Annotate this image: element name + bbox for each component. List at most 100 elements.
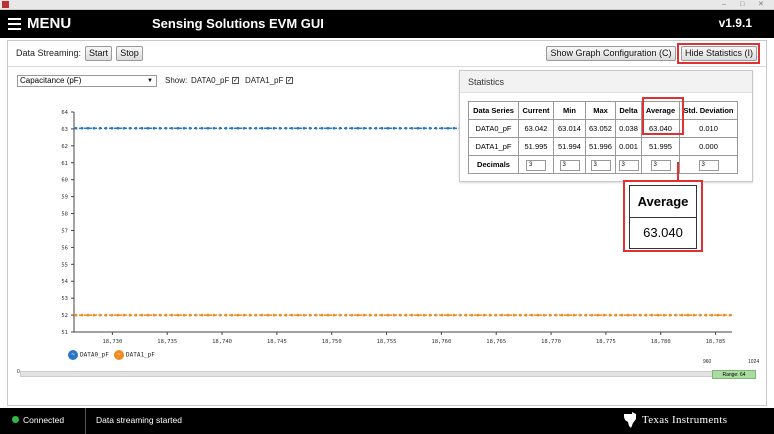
maximize-icon[interactable]: □ — [740, 0, 744, 9]
statistics-panel: Statistics Data Series Current Min Max D… — [459, 70, 753, 182]
y-tick-label: 63 — [61, 127, 68, 133]
measurement-select[interactable]: Capacitance (pF) ▼ — [17, 75, 157, 87]
data-point — [404, 126, 408, 130]
data-point — [548, 313, 552, 317]
x-tick-label: 18,780 — [651, 339, 671, 345]
data-point — [92, 126, 96, 130]
data-point — [590, 313, 594, 317]
data-point — [212, 313, 216, 317]
decimals-input[interactable]: 3 — [698, 159, 719, 171]
highlight-hide-statistics — [677, 43, 760, 64]
show-graph-configuration-button[interactable]: Show Graph Configuration (C) — [546, 46, 676, 61]
data-point — [194, 313, 198, 317]
start-button[interactable]: Start — [85, 46, 112, 61]
decimals-input[interactable]: 3 — [559, 159, 580, 171]
y-tick-label: 59 — [61, 195, 68, 201]
decimals-input[interactable]: 3 — [590, 159, 611, 171]
data-point — [620, 313, 624, 317]
data-point — [266, 313, 270, 317]
data-point — [284, 126, 288, 130]
menu-button[interactable]: MENU — [27, 15, 71, 32]
table-cell: 0.000 — [679, 137, 738, 156]
table-row: DATA1_pF 51.995 51.994 51.996 0.001 51.9… — [468, 137, 738, 156]
highlight-average-column — [642, 97, 684, 135]
status-divider — [85, 408, 86, 434]
zoom-callout-header: Average — [630, 186, 696, 218]
x-tick-label: 18,750 — [322, 339, 342, 345]
data-point — [374, 313, 378, 317]
y-tick-label: 55 — [61, 262, 68, 268]
y-tick-label: 64 — [61, 110, 68, 116]
data-point — [392, 313, 396, 317]
data-point — [320, 126, 324, 130]
data-point — [362, 313, 366, 317]
statistics-header-row: Data Series Current Min Max Delta Averag… — [468, 101, 738, 120]
zoom-callout-inner: Average 63.040 — [629, 185, 697, 249]
data-point — [314, 126, 318, 130]
data-point — [152, 126, 156, 130]
data-point — [716, 313, 720, 317]
range-slider-window[interactable]: Range: 64 — [712, 370, 756, 379]
data-point — [230, 313, 234, 317]
data-point — [662, 313, 666, 317]
version-label: v1.9.1 — [718, 16, 752, 30]
x-tick-label: 18,785 — [706, 339, 726, 345]
x-tick-label: 18,740 — [212, 339, 232, 345]
data-point — [728, 313, 732, 317]
data-point — [452, 126, 456, 130]
table-cell: 63.042 — [518, 119, 554, 138]
channel-label-data0: DATA0_pF — [191, 76, 230, 85]
data-point — [440, 313, 444, 317]
data-point — [284, 313, 288, 317]
status-message: Data streaming started — [96, 415, 182, 425]
checkbox-data1[interactable]: ✓ — [286, 77, 293, 84]
data-point — [542, 313, 546, 317]
data-point — [272, 313, 276, 317]
minimize-icon[interactable]: – — [722, 0, 726, 9]
column-header: Std. Deviation — [679, 101, 738, 120]
data-point — [236, 313, 240, 317]
close-icon[interactable]: ✕ — [758, 0, 764, 9]
data-point — [176, 126, 180, 130]
streaming-label: Data Streaming: — [16, 48, 82, 58]
table-cell: 0.038 — [615, 119, 642, 138]
legend-label-data1: DATA1_pF — [126, 351, 155, 359]
data-point — [188, 126, 192, 130]
decimals-input[interactable]: 3 — [650, 159, 671, 171]
legend-item-data0[interactable]: ~ DATA0_pF — [68, 350, 109, 360]
table-cell: 51.995 — [641, 137, 680, 156]
statistics-table: Data Series Current Min Max Delta Averag… — [468, 101, 738, 174]
decimals-row: Decimals 3 3 3 3 3 3 — [468, 155, 738, 174]
data-point — [278, 126, 282, 130]
data-point — [500, 313, 504, 317]
data-point — [398, 126, 402, 130]
data-point — [494, 313, 498, 317]
x-tick-label: 18,770 — [541, 339, 561, 345]
range-slider-track[interactable] — [20, 371, 756, 377]
data-point — [710, 313, 714, 317]
decimals-input[interactable]: 3 — [618, 159, 639, 171]
legend-item-data1[interactable]: ~ DATA1_pF — [114, 350, 155, 360]
data-point — [458, 313, 462, 317]
data-point — [218, 313, 222, 317]
hamburger-menu-icon[interactable] — [8, 18, 21, 30]
data-point — [278, 313, 282, 317]
table-cell: 51.995 — [518, 137, 554, 156]
decimals-input[interactable]: 3 — [526, 159, 546, 171]
data-point — [668, 313, 672, 317]
data-point — [170, 126, 174, 130]
data-point — [224, 126, 228, 130]
x-tick-label: 18,765 — [486, 339, 506, 345]
app-header: MENU Sensing Solutions EVM GUI v1.9.1 — [0, 10, 774, 38]
stop-button[interactable]: Stop — [116, 46, 143, 61]
data-point — [314, 313, 318, 317]
data-point — [80, 313, 84, 317]
slider-window-end-label: 1024 — [748, 359, 760, 365]
data-point — [404, 313, 408, 317]
data-point — [122, 126, 126, 130]
checkbox-data0[interactable]: ✓ — [232, 77, 239, 84]
data-point — [98, 126, 102, 130]
app-title: Sensing Solutions EVM GUI — [152, 16, 324, 31]
data-point — [266, 126, 270, 130]
data-point — [410, 126, 414, 130]
